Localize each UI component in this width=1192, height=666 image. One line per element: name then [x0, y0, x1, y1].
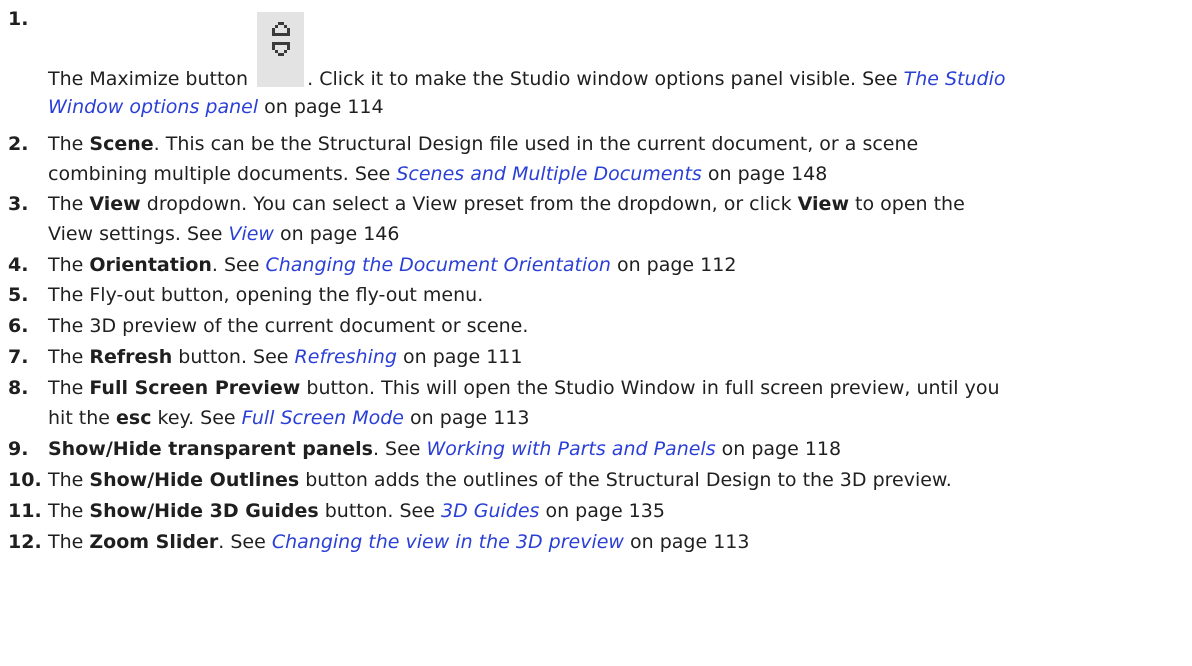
- item-number: 5.: [8, 284, 29, 306]
- item-number: 11.: [8, 500, 42, 522]
- item-line: The Zoom Slider. See Changing the view i…: [48, 531, 750, 553]
- xref-link[interactable]: Changing the Document Orientation: [265, 254, 610, 276]
- item-line: The Show/Hide 3D Guides button. See 3D G…: [48, 500, 665, 522]
- item-line: The Orientation. See Changing the Docume…: [48, 254, 737, 276]
- maximize-icon: [257, 12, 305, 87]
- xref-link[interactable]: Scenes and Multiple Documents: [396, 163, 702, 185]
- item-number: 6.: [8, 315, 29, 337]
- item-line: The Fly-out button, opening the fly-out …: [48, 284, 484, 306]
- item-line: View settings. See View on page 146: [48, 223, 400, 245]
- item-number: 12.: [8, 531, 42, 553]
- item-number: 4.: [8, 254, 29, 276]
- item-line: The 3D preview of the current document o…: [48, 315, 529, 337]
- xref-link[interactable]: Refreshing: [295, 346, 397, 368]
- item-line: Show/Hide transparent panels. See Workin…: [48, 438, 842, 460]
- xref-link[interactable]: Working with Parts and Panels: [427, 438, 716, 460]
- item-line: The Full Screen Preview button. This wil…: [48, 377, 1000, 399]
- item-number: 10.: [8, 469, 42, 491]
- item-line: combining multiple documents. See Scenes…: [48, 163, 828, 185]
- document-page: 1. The Maximize button . Click it to mak…: [0, 0, 1192, 666]
- item-line: hit the esc key. See Full Screen Mode on…: [48, 407, 530, 429]
- xref-link[interactable]: The Studio: [904, 68, 1006, 90]
- item-number: 9.: [8, 438, 29, 460]
- item-number: 2.: [8, 133, 29, 155]
- item-number: 3.: [8, 193, 29, 215]
- item-line: The Refresh button. See Refreshing on pa…: [48, 346, 523, 368]
- xref-link[interactable]: Full Screen Mode: [242, 407, 404, 429]
- xref-link[interactable]: View: [228, 223, 274, 245]
- xref-link[interactable]: Changing the view in the 3D preview: [272, 531, 624, 553]
- item-line: The Scene. This can be the Structural De…: [48, 133, 919, 155]
- item-number: 7.: [8, 346, 29, 368]
- item-number: 8.: [8, 377, 29, 399]
- xref-link[interactable]: 3D Guides: [441, 500, 539, 522]
- item-line: The View dropdown. You can select a View…: [48, 193, 965, 215]
- item-line: The Maximize button . Click it to make t…: [48, 12, 1178, 91]
- item-number: 1.: [8, 8, 29, 30]
- item-line: Window options panel on page 114: [48, 96, 384, 118]
- item-line: The Show/Hide Outlines button adds the o…: [48, 469, 952, 491]
- xref-link[interactable]: Window options panel: [48, 96, 258, 118]
